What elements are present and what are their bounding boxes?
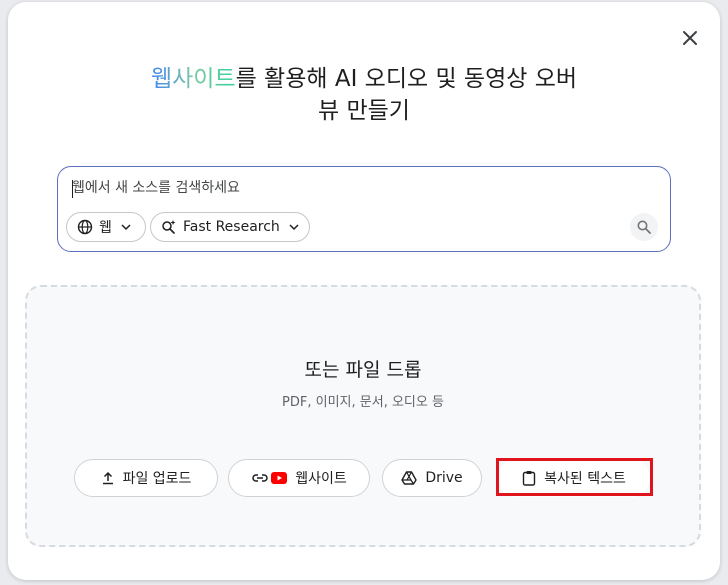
search-box: 웹 Fast Research: [57, 166, 671, 252]
website-button[interactable]: 웹사이트: [228, 459, 370, 497]
search-icon: [637, 220, 651, 234]
website-label: 웹사이트: [295, 471, 347, 487]
add-source-dialog: 웹사이트를 활용해 AI 오디오 및 동영상 오버 뷰 만들기 웹에서 새 소스…: [8, 2, 720, 580]
search-input[interactable]: [72, 180, 632, 196]
drop-zone-subtitle: PDF, 이미지, 문서, 오디오 등: [282, 395, 444, 410]
title-accent: 웹사이트: [150, 66, 236, 92]
dialog-title: 웹사이트를 활용해 AI 오디오 및 동영상 오버 뷰 만들기: [8, 63, 720, 127]
text-cursor: [72, 180, 73, 198]
upload-icon: [101, 471, 115, 485]
search-submit-button[interactable]: [630, 213, 658, 241]
research-mode-label: Fast Research: [183, 219, 280, 235]
globe-icon: [77, 219, 93, 235]
upload-file-label: 파일 업로드: [122, 471, 192, 487]
title-line2: 뷰 만들기: [318, 98, 410, 124]
search-sparkle-icon: [161, 219, 177, 235]
chevron-down-icon: [288, 221, 300, 233]
copied-text-label: 복사된 텍스트: [544, 471, 626, 487]
source-type-label: 웹: [99, 220, 112, 236]
chevron-down-icon: [120, 221, 132, 233]
drop-zone-title: 또는 파일 드롭: [304, 359, 422, 381]
file-drop-zone[interactable]: 또는 파일 드롭 PDF, 이미지, 문서, 오디오 등 파일 업로드 웹사이트…: [25, 285, 701, 547]
close-icon: [683, 31, 697, 45]
drive-button[interactable]: Drive: [382, 459, 482, 497]
drive-label: Drive: [425, 470, 463, 486]
upload-file-button[interactable]: 파일 업로드: [74, 459, 218, 497]
copied-text-button[interactable]: 복사된 텍스트: [498, 459, 650, 497]
title-line1: 를 활용해 AI 오디오 및 동영상 오버: [235, 66, 578, 92]
youtube-icon: [271, 472, 288, 484]
drive-icon: [401, 471, 418, 485]
research-mode-dropdown[interactable]: Fast Research: [150, 212, 310, 242]
clipboard-icon: [522, 470, 536, 486]
close-button[interactable]: [678, 26, 702, 50]
source-type-dropdown[interactable]: 웹: [66, 212, 146, 242]
link-icon: [251, 472, 269, 484]
